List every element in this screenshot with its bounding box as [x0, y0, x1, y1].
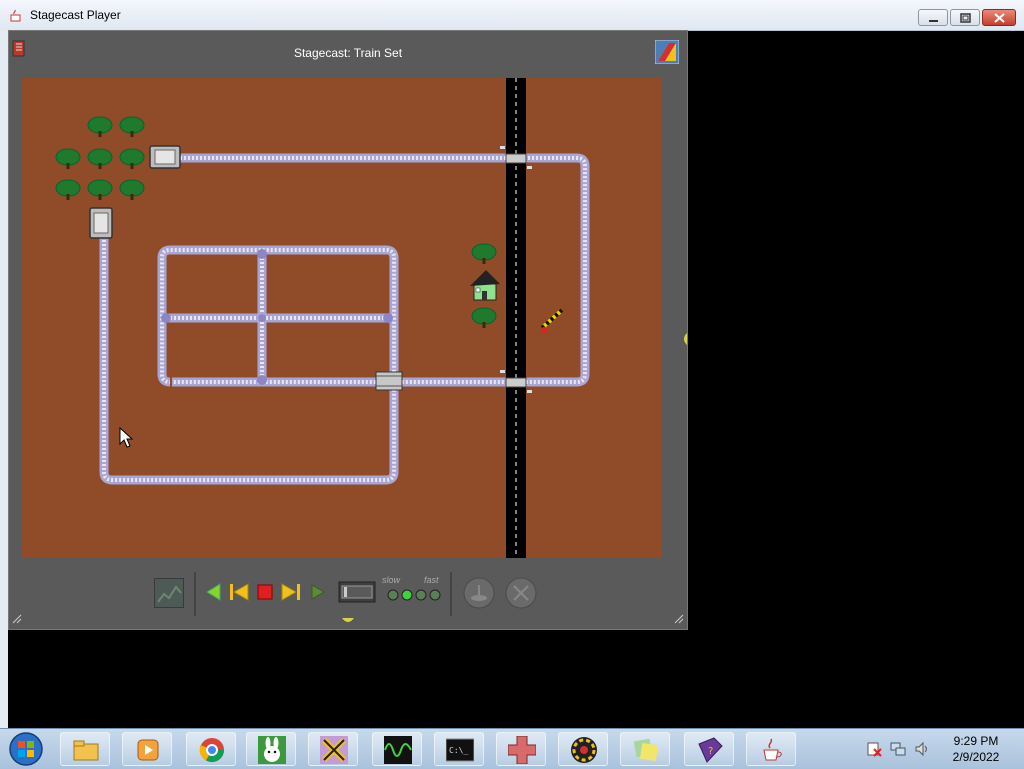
stagecast-player: Stagecast: Train Set slow fast — [8, 30, 688, 630]
close-icon — [994, 13, 1005, 23]
help-book-icon: ? — [698, 737, 723, 763]
clock-time: 9:29 PM — [953, 734, 999, 748]
taskbar: C:\_ ? 9:29 PM 2/9/2022 — [0, 728, 1024, 769]
train-car[interactable] — [149, 145, 181, 169]
stop-icon[interactable] — [256, 582, 276, 602]
clock-date: 2/9/2022 — [952, 750, 1000, 764]
taskbar-sticky-notes[interactable] — [620, 732, 670, 766]
resize-handle[interactable] — [342, 618, 354, 624]
java-app-icon — [10, 9, 21, 22]
puzzle-icon — [571, 737, 597, 763]
divider — [450, 572, 452, 616]
house — [470, 270, 500, 301]
speed-slider[interactable] — [338, 581, 376, 603]
stage-title: Stagecast: Train Set — [293, 46, 403, 60]
maximize-button[interactable] — [950, 9, 980, 26]
volume-icon[interactable] — [914, 741, 930, 757]
window-frame — [0, 30, 8, 728]
train-car[interactable] — [89, 207, 113, 239]
chrome-icon — [199, 738, 224, 763]
oscilloscope-icon — [384, 736, 412, 764]
divider — [194, 572, 196, 616]
taskbar-puzzle-app[interactable] — [558, 732, 608, 766]
taskbar-java[interactable] — [746, 732, 796, 766]
network-icon[interactable] — [890, 741, 906, 757]
taskbar-oscilloscope-app[interactable] — [372, 732, 422, 766]
corner-grip-icon[interactable] — [674, 614, 684, 624]
tools-icon[interactable] — [504, 576, 538, 610]
taskbar-pattern-app[interactable] — [496, 732, 546, 766]
taskbar-command-prompt[interactable]: C:\_ — [434, 732, 484, 766]
road — [506, 78, 526, 558]
svg-text:?: ? — [708, 746, 713, 757]
taskbar-clock[interactable]: 9:29 PM 2/9/2022 — [936, 733, 1016, 765]
minimize-button[interactable] — [918, 9, 948, 26]
window-titlebar: Stagecast Player — [0, 0, 1024, 31]
taskbar-rabbit-app[interactable] — [246, 732, 296, 766]
speed-fast-label: fast — [424, 575, 439, 585]
restore-icon — [960, 13, 971, 23]
side-resize-handle[interactable] — [680, 332, 688, 346]
taskbar-media-player[interactable] — [122, 732, 172, 766]
command-prompt-icon: C:\_ — [446, 738, 474, 762]
action-center-icon[interactable] — [866, 741, 882, 757]
folder-icon — [73, 740, 99, 761]
window-title: Stagecast Player — [30, 8, 121, 22]
minimize-icon — [929, 20, 938, 22]
svg-text:C:\_: C:\_ — [449, 746, 468, 755]
stagecast-logo-icon[interactable] — [655, 40, 679, 64]
speed-indicator[interactable] — [386, 588, 444, 602]
taskbar-chrome[interactable] — [186, 732, 236, 766]
bridge — [375, 371, 403, 391]
taskbar-help-book[interactable]: ? — [684, 732, 734, 766]
close-button[interactable] — [982, 9, 1016, 26]
cross-pattern-icon — [508, 736, 536, 764]
taskbar-file-explorer[interactable] — [60, 732, 110, 766]
java-icon — [763, 738, 782, 761]
step-back-icon[interactable] — [228, 582, 250, 602]
speed-slow-label: slow — [382, 575, 401, 585]
crossroads-icon — [320, 736, 348, 764]
play-icon[interactable] — [308, 582, 328, 602]
stage-map-button[interactable] — [154, 578, 184, 608]
trees — [55, 116, 497, 328]
crossing-gate[interactable] — [540, 308, 564, 333]
player-controls: slow fast — [8, 570, 688, 622]
corner-grip-icon[interactable] — [12, 614, 22, 624]
step-forward-icon[interactable] — [280, 582, 302, 602]
mouse-cursor — [119, 426, 134, 448]
joystick-icon[interactable] — [462, 576, 496, 610]
taskbar-crossroads-app[interactable] — [308, 732, 358, 766]
game-stage[interactable] — [22, 78, 662, 558]
rabbit-icon — [258, 736, 286, 764]
sticky-notes-icon — [633, 738, 659, 762]
media-player-icon — [137, 739, 159, 761]
play-backward-icon[interactable] — [204, 582, 224, 602]
start-orb-icon[interactable] — [6, 730, 46, 768]
